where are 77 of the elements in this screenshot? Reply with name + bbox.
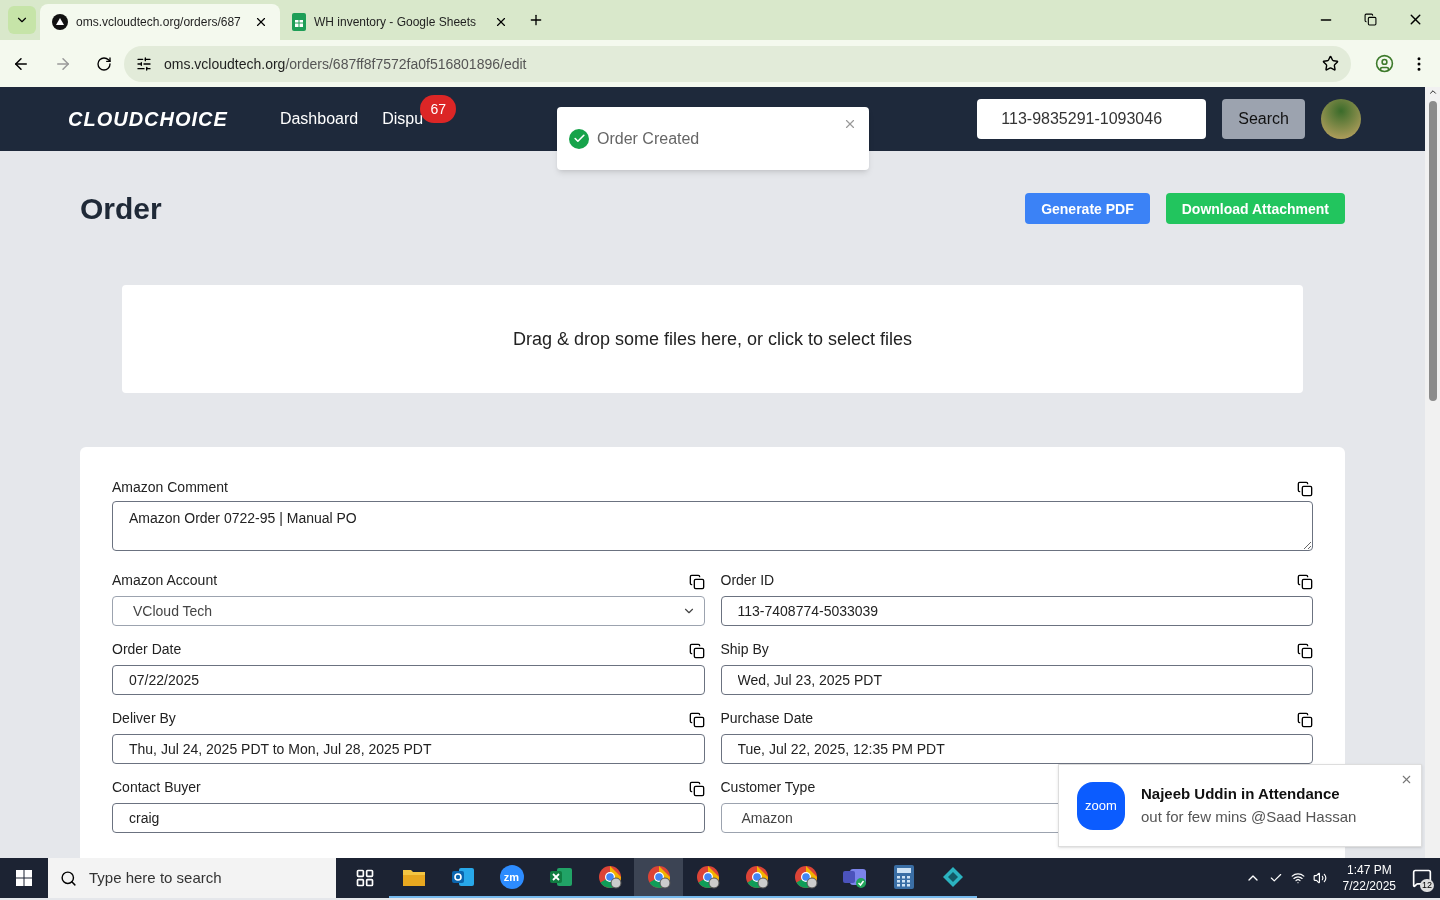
tab-title: oms.vcloudtech.org/orders/687	[76, 14, 242, 30]
scrollbar[interactable]	[1425, 87, 1440, 858]
triangle-logo-icon	[52, 14, 68, 30]
browser-icon	[793, 865, 818, 889]
comment-field[interactable]: Amazon Order 0722-95 | Manual PO	[112, 501, 1313, 551]
field-label: Purchase Date	[720, 709, 814, 728]
spreadsheet-app-icon	[548, 866, 573, 888]
copy-icon[interactable]	[688, 781, 705, 797]
scrollbar-thumb[interactable]	[1428, 101, 1437, 401]
browser-icon	[646, 865, 671, 889]
field-label: Order ID	[720, 571, 775, 590]
restore-icon[interactable]	[1364, 13, 1377, 26]
copy-icon[interactable]	[688, 643, 705, 659]
field-label: Amazon Account	[112, 571, 218, 590]
select-field[interactable]: VCloud Tech	[112, 596, 705, 626]
copy-icon[interactable]	[688, 574, 705, 590]
text-field[interactable]: Tue, Jul 22, 2025, 12:35 PM PDT	[720, 734, 1313, 764]
copy-icon[interactable]	[1297, 481, 1313, 497]
copy-icon[interactable]	[1297, 712, 1313, 728]
url-text: oms.vcloudtech.org/orders/687ff8f7572fa0f516801896/edit	[164, 54, 528, 74]
notification-count: 12	[1420, 878, 1434, 892]
field-label: Contact Buyer	[112, 778, 201, 797]
text-field[interactable]: 113-7408774-5033039	[720, 596, 1313, 626]
tray-status-icon[interactable]	[1268, 871, 1283, 885]
scroll-up-icon[interactable]	[1427, 87, 1438, 97]
file-dropzone[interactable]: Drag & drop some files here, or click to select files	[122, 285, 1303, 393]
close-icon[interactable]	[494, 15, 508, 29]
field-label: Customer Type	[720, 778, 816, 797]
site-settings-icon[interactable]	[136, 55, 152, 72]
taskbar-app-button[interactable]	[634, 858, 683, 898]
browser-icon	[695, 865, 720, 889]
browser-icon	[744, 865, 769, 889]
field-label: Order Date	[112, 640, 182, 659]
reload-icon[interactable]	[96, 55, 112, 72]
text-field[interactable]: Wed, Jul 23, 2025 PDT	[720, 665, 1313, 695]
taskbar-search-field[interactable]: Type here to search	[48, 858, 336, 898]
address-bar[interactable]: oms.vcloudtech.org/orders/687ff8f7572fa0f516801896/edit	[124, 45, 1351, 82]
notification-title: Najeeb Uddin in Attendance	[1141, 784, 1341, 804]
network-icon[interactable]	[1290, 871, 1305, 885]
field-label: Amazon Comment	[112, 478, 228, 497]
text-field[interactable]: craig	[112, 803, 705, 833]
success-check-icon	[569, 128, 589, 149]
calculator-icon	[893, 865, 914, 889]
windows-logo-icon	[16, 870, 32, 886]
clock[interactable]: 1:47 PM 7/22/2025	[1334, 862, 1404, 894]
profile-icon[interactable]	[1375, 54, 1394, 73]
avatar[interactable]	[1321, 99, 1361, 139]
search-field[interactable]: 113-9835291-1093046	[977, 99, 1207, 139]
tab-title: WH inventory - Google Sheets	[314, 14, 478, 30]
folder-icon	[401, 867, 426, 887]
browser-tab[interactable]: WH inventory - Google Sheets	[280, 4, 520, 40]
close-icon[interactable]	[254, 15, 268, 29]
field-label: Deliver By	[112, 709, 176, 728]
speaker-icon[interactable]	[1312, 871, 1327, 885]
bookmark-star-icon[interactable]	[1322, 55, 1339, 72]
copy-icon[interactable]	[688, 712, 705, 728]
text-field[interactable]: Thu, Jul 24, 2025 PDT to Mon, Jul 28, 2025 PDT	[112, 734, 705, 764]
copy-icon[interactable]	[1297, 574, 1313, 590]
new-tab-icon[interactable]	[528, 12, 544, 28]
field-label: Ship By	[720, 640, 769, 659]
search-icon	[60, 869, 77, 887]
nav-link[interactable]: Dashboard	[279, 110, 359, 127]
logo[interactable]: CLOUDCHOICE	[68, 104, 228, 134]
notification-popup[interactable]: zoom Najeeb Uddin in Attendance out for few mins @Saad Hassan	[1058, 764, 1422, 847]
task-view-icon	[354, 868, 375, 888]
copy-icon[interactable]	[1297, 643, 1313, 659]
action-button[interactable]: Generate PDF	[1025, 193, 1150, 224]
text-field[interactable]: 07/22/2025	[112, 665, 705, 695]
app-logo: zoom	[1077, 781, 1125, 830]
video-app-icon: zm	[499, 865, 524, 889]
browser-tab[interactable]: oms.vcloudtech.org/orders/687	[40, 4, 280, 40]
search-button[interactable]: Search	[1222, 99, 1305, 139]
browser-icon	[597, 865, 622, 889]
page-title: Order	[80, 191, 162, 227]
mail-app-icon	[450, 866, 475, 888]
spreadsheet-icon	[292, 13, 306, 31]
toast-message: Order Created	[597, 128, 700, 149]
